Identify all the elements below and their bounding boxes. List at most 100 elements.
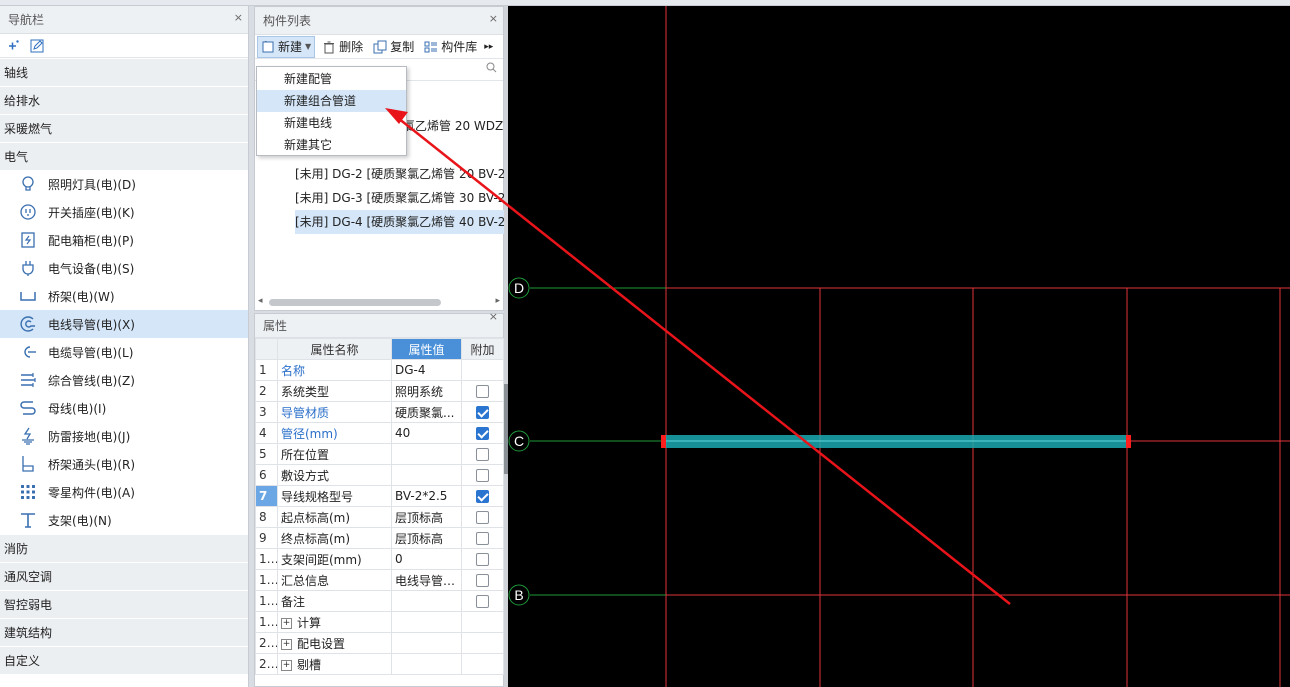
nav-item-label: 母线(电)(I) [48, 401, 107, 416]
component-tree-item[interactable]: [未用] DG-4 [硬质聚氯乙烯管 40 BV-2 [295, 210, 506, 234]
extra-checkbox[interactable] [476, 574, 489, 587]
scrollbar-thumb[interactable] [269, 299, 441, 306]
component-tree-item[interactable]: [未用] DG-3 [硬质聚氯乙烯管 30 BV-2 [295, 186, 505, 210]
nav-category[interactable]: 建筑结构 [0, 618, 248, 646]
property-value[interactable]: DG-4 [391, 359, 462, 381]
property-row[interactable]: 12 备注 [255, 590, 504, 612]
property-value[interactable]: BV-2*2.5 [391, 485, 462, 507]
property-row[interactable]: 1 名称 DG-4 [255, 359, 504, 381]
nav-item[interactable]: 配电箱柜(电)(P) [0, 226, 248, 254]
row-number: 24 [255, 653, 278, 675]
expand-icon[interactable]: + [281, 638, 292, 650]
nav-category[interactable]: 给排水 [0, 86, 248, 114]
extra-checkbox[interactable] [476, 406, 489, 419]
property-value[interactable] [391, 611, 462, 633]
property-name-header[interactable]: 属性名称 [277, 338, 392, 360]
nav-item[interactable]: 母线(电)(I) [0, 394, 248, 422]
property-value-header[interactable]: 属性值 [391, 338, 462, 360]
dropdown-menu-item[interactable]: 新建其它 [257, 134, 406, 156]
extra-checkbox[interactable] [476, 427, 489, 440]
property-row[interactable]: 2 系统类型 照明系统 [255, 380, 504, 402]
property-value[interactable] [391, 464, 462, 486]
property-value[interactable]: 层顶标高 [391, 506, 462, 528]
extra-header[interactable]: 附加 [461, 338, 504, 360]
extra-checkbox[interactable] [476, 595, 489, 608]
conduit-endpoint-start[interactable] [661, 435, 666, 448]
nav-category[interactable]: 采暖燃气 [0, 114, 248, 142]
property-row[interactable]: 10 支架间距(mm) 0 [255, 548, 504, 570]
conduit-endpoint-end[interactable] [1126, 435, 1131, 448]
nav-item[interactable]: 零星构件(电)(A) [0, 478, 248, 506]
nav-item[interactable]: 防雷接地(电)(J) [0, 422, 248, 450]
properties-close-icon[interactable]: × [489, 305, 498, 329]
property-value[interactable] [391, 632, 462, 654]
add-icon[interactable] [6, 39, 20, 53]
horizontal-scrollbar[interactable]: ◂ ▸ [255, 296, 503, 308]
property-value[interactable]: 硬质聚氯... [391, 401, 462, 423]
drawing-canvas[interactable]: D C B [508, 6, 1290, 687]
copy-button[interactable]: 复制 [370, 36, 417, 58]
dropdown-menu-item[interactable]: 新建电线 [257, 112, 406, 134]
new-button[interactable]: 新建 ▼ [257, 35, 316, 58]
property-value[interactable]: 0 [391, 548, 462, 570]
scroll-left-icon[interactable]: ◂ [258, 296, 263, 306]
property-row[interactable]: 11 汇总信息 电线导管(... [255, 569, 504, 591]
extra-checkbox[interactable] [476, 448, 489, 461]
component-list-close-icon[interactable]: × [489, 5, 498, 33]
copy-button-label: 复制 [390, 40, 415, 54]
edit-icon[interactable] [30, 39, 44, 53]
property-name-text: 所在位置 [281, 447, 330, 462]
property-row[interactable]: 3 导管材质 硬质聚氯... [255, 401, 504, 423]
extra-checkbox[interactable] [476, 385, 489, 398]
property-row[interactable]: 7 导线规格型号 BV-2*2.5 [255, 485, 504, 507]
property-value[interactable] [391, 653, 462, 675]
nav-item[interactable]: 电缆导管(电)(L) [0, 338, 248, 366]
row-number: 2 [255, 380, 278, 402]
nav-item-label: 配电箱柜(电)(P) [48, 233, 134, 248]
nav-category[interactable]: 电气 [0, 142, 248, 170]
extra-checkbox[interactable] [476, 490, 489, 503]
extra-checkbox[interactable] [476, 511, 489, 524]
extra-checkbox[interactable] [476, 469, 489, 482]
nav-item[interactable]: 电气设备(电)(S) [0, 254, 248, 282]
component-tree-item[interactable]: [未用] DG-2 [硬质聚氯乙烯管 20 BV-2 [295, 162, 505, 186]
nav-item[interactable]: 照明灯具(电)(D) [0, 170, 248, 198]
nav-category[interactable]: 自定义 [0, 646, 248, 674]
property-row[interactable]: 6 敷设方式 [255, 464, 504, 486]
property-row[interactable]: 9 终点标高(m) 层顶标高 [255, 527, 504, 549]
property-value[interactable]: 电线导管(... [391, 569, 462, 591]
property-row[interactable]: 13 + 计算 [255, 611, 504, 633]
property-row[interactable]: 4 管径(mm) 40 [255, 422, 504, 444]
property-value[interactable] [391, 443, 462, 465]
property-value[interactable]: 40 [391, 422, 462, 444]
delete-button[interactable]: 删除 [319, 36, 366, 58]
nav-item[interactable]: 桥架通头(电)(R) [0, 450, 248, 478]
more-tools-icon[interactable]: ▸▸ [484, 36, 493, 58]
nav-category[interactable]: 通风空调 [0, 562, 248, 590]
component-tree-item[interactable]: 氯乙烯管 20 WDZ [403, 114, 503, 138]
nav-item[interactable]: 支架(电)(N) [0, 506, 248, 534]
nav-item-label: 零星构件(电)(A) [48, 485, 135, 500]
property-value[interactable] [391, 590, 462, 612]
nav-item[interactable]: 电线导管(电)(X) [0, 310, 248, 338]
nav-item[interactable]: 桥架(电)(W) [0, 282, 248, 310]
extra-checkbox[interactable] [476, 532, 489, 545]
nav-category[interactable]: 轴线 [0, 58, 248, 86]
nav-item[interactable]: 综合管线(电)(Z) [0, 366, 248, 394]
dropdown-menu-item[interactable]: 新建组合管道 [257, 90, 406, 112]
property-row[interactable]: 24 + 剔槽 [255, 653, 504, 675]
dropdown-menu-item[interactable]: 新建配管 [257, 68, 406, 90]
nav-category[interactable]: 消防 [0, 534, 248, 562]
property-row[interactable]: 8 起点标高(m) 层顶标高 [255, 506, 504, 528]
nav-close-icon[interactable]: × [234, 4, 243, 32]
nav-category[interactable]: 智控弱电 [0, 590, 248, 618]
component-library-button[interactable]: 构件库 [421, 36, 480, 58]
expand-icon[interactable]: + [281, 659, 292, 671]
property-value[interactable]: 层顶标高 [391, 527, 462, 549]
extra-checkbox[interactable] [476, 553, 489, 566]
property-value[interactable]: 照明系统 [391, 380, 462, 402]
nav-item[interactable]: 开关插座(电)(K) [0, 198, 248, 226]
expand-icon[interactable]: + [281, 617, 292, 629]
property-row[interactable]: 20 + 配电设置 [255, 632, 504, 654]
property-row[interactable]: 5 所在位置 [255, 443, 504, 465]
